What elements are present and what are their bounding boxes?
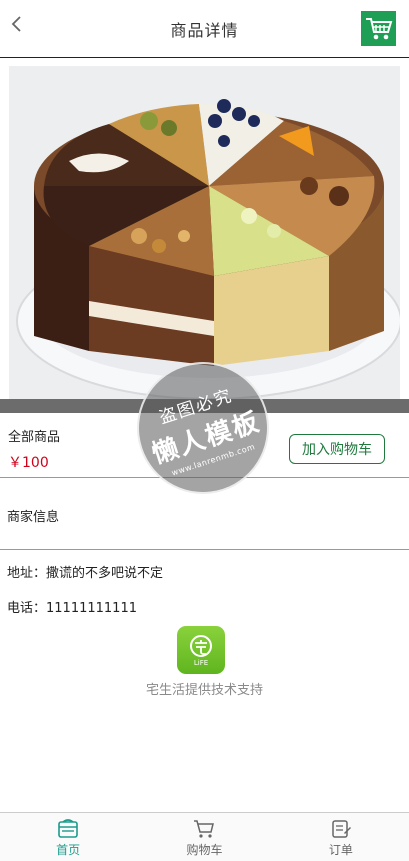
- merchant-section: 商家信息: [0, 478, 409, 550]
- shopping-cart-icon: [365, 17, 392, 39]
- nav-label-cart: 购物车: [186, 843, 223, 857]
- product-image: [9, 66, 400, 410]
- product-price: ￥100: [8, 455, 49, 471]
- nav-label-orders: 订单: [328, 843, 353, 857]
- header-cart-button[interactable]: [361, 11, 396, 46]
- merchant-info-heading: 商家信息: [7, 510, 60, 525]
- product-info: 全部商品 ￥100 加入购物车: [0, 413, 409, 478]
- nav-item-orders[interactable]: 订单: [273, 813, 409, 861]
- support-text: 宅生活提供技术支持: [145, 683, 263, 698]
- merchant-phone: 电话：11111111111: [7, 601, 137, 616]
- life-logo: LiFE: [177, 626, 225, 674]
- cake-image: [9, 66, 400, 410]
- header-bar: 商品详情: [0, 0, 409, 58]
- bottom-nav: 首页 购物车 订单: [0, 812, 409, 861]
- product-name: 全部商品: [8, 430, 61, 445]
- add-to-cart-button[interactable]: 加入购物车: [289, 434, 385, 464]
- life-logo-text: LiFE: [193, 658, 209, 667]
- cart-icon: [194, 820, 215, 838]
- merchant-address: 地址：撒谎的不多吧说不定: [7, 566, 164, 581]
- image-caption-strip: [0, 399, 409, 413]
- page-title: 商品详情: [170, 21, 239, 40]
- nav-item-cart[interactable]: 购物车: [136, 813, 272, 861]
- home-icon: [58, 819, 78, 838]
- nav-item-home[interactable]: 首页: [0, 813, 136, 861]
- product-detail-page: 商品详情 全部商品 ￥100 加入购物车 商家信息 地址：撒谎的不多吧说不定 电…: [0, 0, 409, 861]
- order-icon: [332, 820, 351, 838]
- life-logo-icon: [190, 634, 212, 657]
- nav-label-home: 首页: [56, 843, 81, 857]
